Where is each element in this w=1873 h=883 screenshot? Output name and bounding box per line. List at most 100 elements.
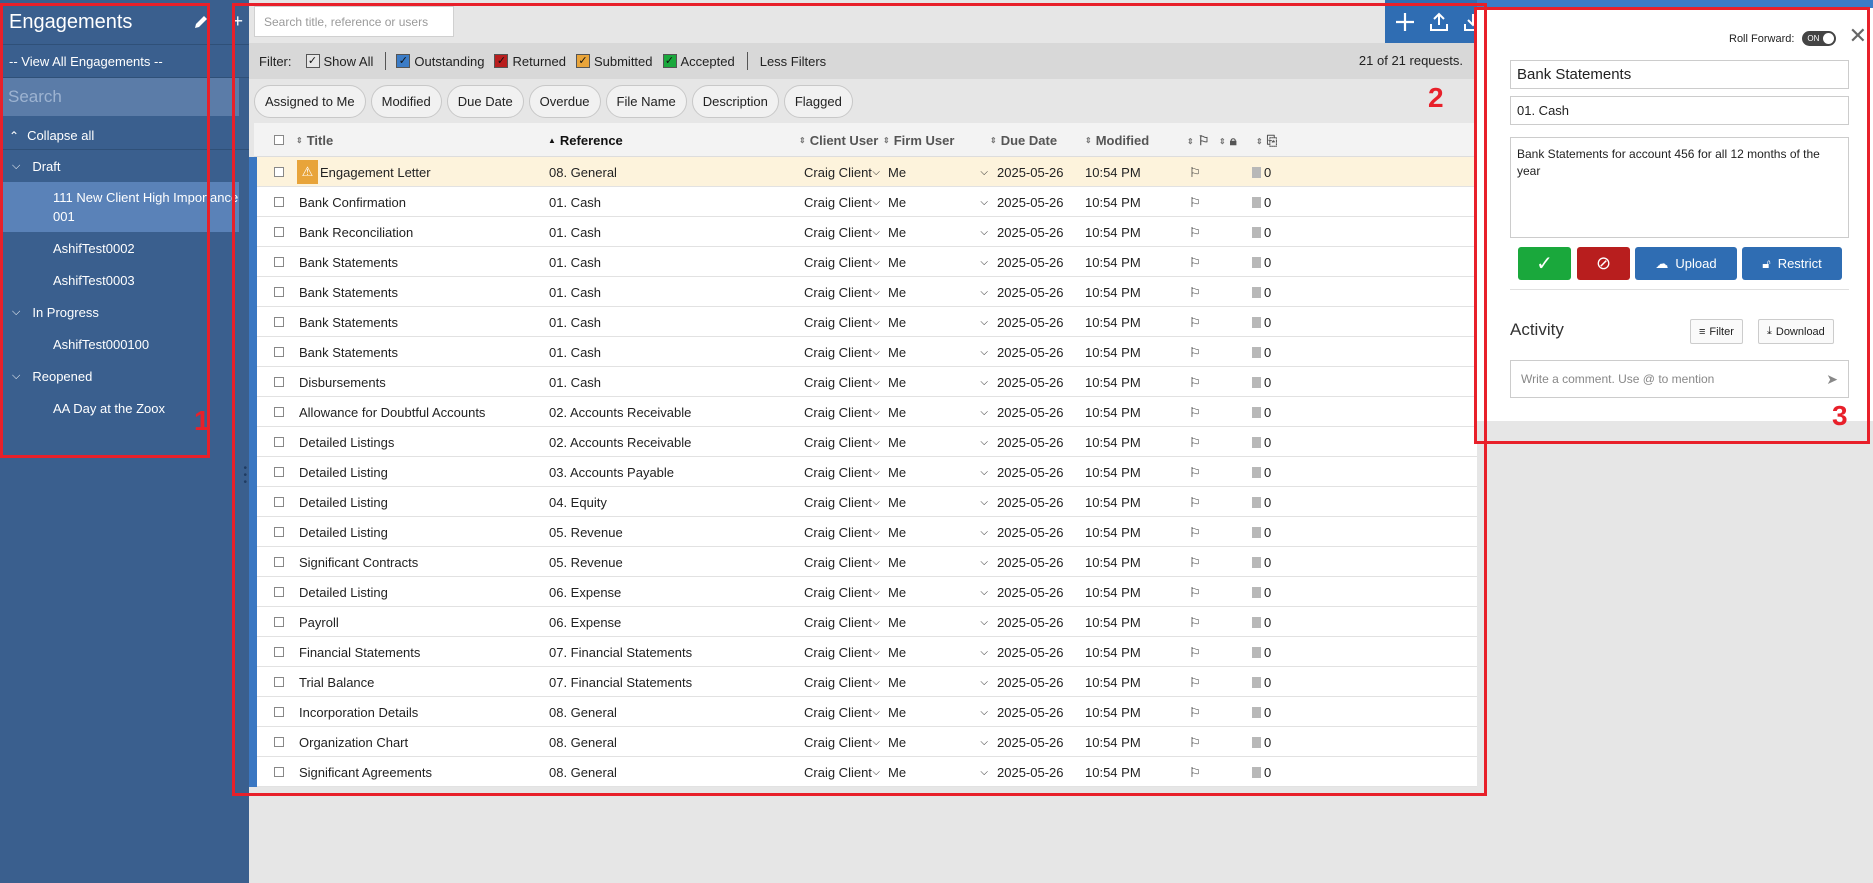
flag-icon[interactable]: ⚐ [1189, 345, 1201, 361]
row-checkbox[interactable] [274, 737, 284, 747]
sidebar-search[interactable] [0, 78, 239, 116]
client-user-select[interactable]: Craig Client ⌵ [804, 402, 880, 422]
column-reference[interactable]: ▲ Reference [548, 133, 623, 148]
request-reference-field[interactable]: 01. Cash [1510, 96, 1849, 125]
request-title[interactable]: Allowance for Doubtful Accounts [299, 405, 485, 420]
table-row[interactable]: Organization Chart 08. General Craig Clien… [249, 727, 1477, 757]
resize-handle[interactable]: • • • [243, 464, 247, 488]
request-title[interactable]: Disbursements [299, 375, 386, 390]
request-title[interactable]: Financial Statements [299, 645, 420, 660]
row-checkbox[interactable] [274, 197, 284, 207]
request-title[interactable]: Bank Statements [299, 345, 398, 360]
upload-file-button[interactable]: ☁ Upload [1635, 247, 1737, 280]
row-checkbox[interactable] [274, 617, 284, 627]
client-user-select[interactable]: Craig Client ⌵ [804, 762, 880, 782]
client-user-select[interactable]: Craig Client ⌵ [804, 642, 880, 662]
client-user-select[interactable]: Craig Client ⌵ [804, 612, 880, 632]
row-checkbox[interactable] [274, 227, 284, 237]
firm-user-select[interactable]: Me ⌵ [888, 372, 988, 392]
chip-file-name[interactable]: File Name [605, 84, 687, 118]
request-title[interactable]: Bank Statements [299, 255, 398, 270]
flag-icon[interactable]: ⚐ [1189, 765, 1201, 781]
request-title[interactable]: Detailed Listing [299, 525, 388, 540]
engagement-item[interactable]: AA Day at the Zoox [0, 392, 249, 424]
table-row[interactable]: Significant Agreements 08. General Craig C… [249, 757, 1477, 787]
flag-icon[interactable]: ⚐ [1189, 585, 1201, 601]
firm-user-select[interactable]: Me ⌵ [888, 672, 988, 692]
row-checkbox[interactable] [274, 467, 284, 477]
request-title[interactable]: Bank Statements [299, 285, 398, 300]
flag-icon[interactable]: ⚐ [1189, 645, 1201, 661]
request-title-field[interactable]: Bank Statements [1510, 60, 1849, 89]
client-user-select[interactable]: Craig Client ⌵ [804, 522, 880, 542]
column-due-date[interactable]: ⇕ Due Date [990, 133, 1057, 148]
flag-icon[interactable]: ⚐ [1189, 435, 1201, 451]
row-checkbox[interactable] [274, 647, 284, 657]
engagement-item[interactable]: AshifTest000100 [0, 328, 249, 360]
table-row[interactable]: Detailed Listing 05. Revenue Craig Client ⌵… [249, 517, 1477, 547]
request-title[interactable]: Payroll [299, 615, 339, 630]
table-row[interactable]: Trial Balance 07. Financial Statements Cra… [249, 667, 1477, 697]
group-in-progress[interactable]: ⌵ In Progress [0, 296, 249, 328]
chip-due-date[interactable]: Due Date [446, 84, 524, 118]
chip-description[interactable]: Description [691, 84, 779, 118]
edit-icon[interactable] [193, 14, 209, 30]
chip-flagged[interactable]: Flagged [783, 84, 853, 118]
filter-submitted[interactable]: ✓ Submitted [575, 54, 653, 69]
column-restricted[interactable]: ⇕ 🔒︎ [1219, 133, 1237, 149]
column-client-user[interactable]: ⇕ Client User [799, 133, 878, 148]
flag-icon[interactable]: ⚐ [1189, 555, 1201, 571]
firm-user-select[interactable]: Me ⌵ [888, 162, 988, 182]
activity-download-button[interactable]: ⤓ Download [1758, 319, 1834, 344]
request-title[interactable]: Detailed Listing [299, 495, 388, 510]
firm-user-select[interactable]: Me ⌵ [888, 762, 988, 782]
table-row[interactable]: Bank Statements 01. Cash Craig Client ⌵ Me ⌵ 2… [249, 277, 1477, 307]
send-icon[interactable]: ➤ [1826, 371, 1838, 388]
row-checkbox[interactable] [274, 407, 284, 417]
firm-user-select[interactable]: Me ⌵ [888, 642, 988, 662]
firm-user-select[interactable]: Me ⌵ [888, 522, 988, 542]
request-title[interactable]: Bank Statements [299, 315, 398, 330]
row-checkbox[interactable] [274, 437, 284, 447]
column-firm-user[interactable]: ⇕ Firm User [883, 133, 954, 148]
chip-overdue[interactable]: Overdue [528, 84, 601, 118]
group-draft[interactable]: ⌵ Draft [0, 150, 249, 182]
filter-accepted[interactable]: ✓ Accepted [662, 54, 735, 69]
client-user-select[interactable]: Craig Client ⌵ [804, 162, 880, 182]
table-row[interactable]: Financial Statements 07. Financial Statem… [249, 637, 1477, 667]
group-reopened[interactable]: ⌵ Reopened [0, 360, 249, 392]
filter-returned[interactable]: ✓ Returned [494, 54, 566, 69]
collapse-all-button[interactable]: ⌃ Collapse all [0, 116, 249, 150]
request-search-input[interactable] [264, 14, 444, 29]
select-all-checkbox[interactable] [274, 135, 284, 145]
request-title[interactable]: Organization Chart [299, 735, 408, 750]
flag-icon[interactable]: ⚐ [1189, 285, 1201, 301]
flag-icon[interactable]: ⚐ [1189, 735, 1201, 751]
firm-user-select[interactable]: Me ⌵ [888, 732, 988, 752]
table-row[interactable]: ⚠ Engagement Letter 08. General Craig Clien… [249, 157, 1477, 187]
chip-assigned-to-me[interactable]: Assigned to Me [254, 84, 366, 118]
filter-outstanding[interactable]: ✓ Outstanding [396, 54, 484, 69]
client-user-select[interactable]: Craig Client ⌵ [804, 222, 880, 242]
table-row[interactable]: Bank Statements 01. Cash Craig Client ⌵ Me ⌵ 2… [249, 337, 1477, 367]
reject-button[interactable]: ⊘ [1577, 247, 1630, 280]
flag-icon[interactable]: ⚐ [1189, 615, 1201, 631]
row-checkbox[interactable] [274, 257, 284, 267]
request-title[interactable]: Bank Reconciliation [299, 225, 413, 240]
filter-show-all[interactable]: ✓ Show All [305, 54, 373, 69]
client-user-select[interactable]: Craig Client ⌵ [804, 342, 880, 362]
request-title[interactable]: Detailed Listing [299, 465, 388, 480]
request-description-field[interactable]: Bank Statements for account 456 for all … [1510, 137, 1849, 238]
firm-user-select[interactable]: Me ⌵ [888, 192, 988, 212]
table-row[interactable]: Bank Reconciliation 01. Cash Craig Client ⌵… [249, 217, 1477, 247]
row-checkbox[interactable] [274, 287, 284, 297]
table-row[interactable]: Bank Statements 01. Cash Craig Client ⌵ Me ⌵ 2… [249, 247, 1477, 277]
row-checkbox[interactable] [274, 317, 284, 327]
request-search[interactable] [254, 6, 454, 37]
accept-button[interactable]: ✓ [1518, 247, 1571, 280]
firm-user-select[interactable]: Me ⌵ [888, 252, 988, 272]
firm-user-select[interactable]: Me ⌵ [888, 552, 988, 572]
firm-user-select[interactable]: Me ⌵ [888, 282, 988, 302]
flag-icon[interactable]: ⚐ [1189, 195, 1201, 211]
row-checkbox[interactable] [274, 557, 284, 567]
